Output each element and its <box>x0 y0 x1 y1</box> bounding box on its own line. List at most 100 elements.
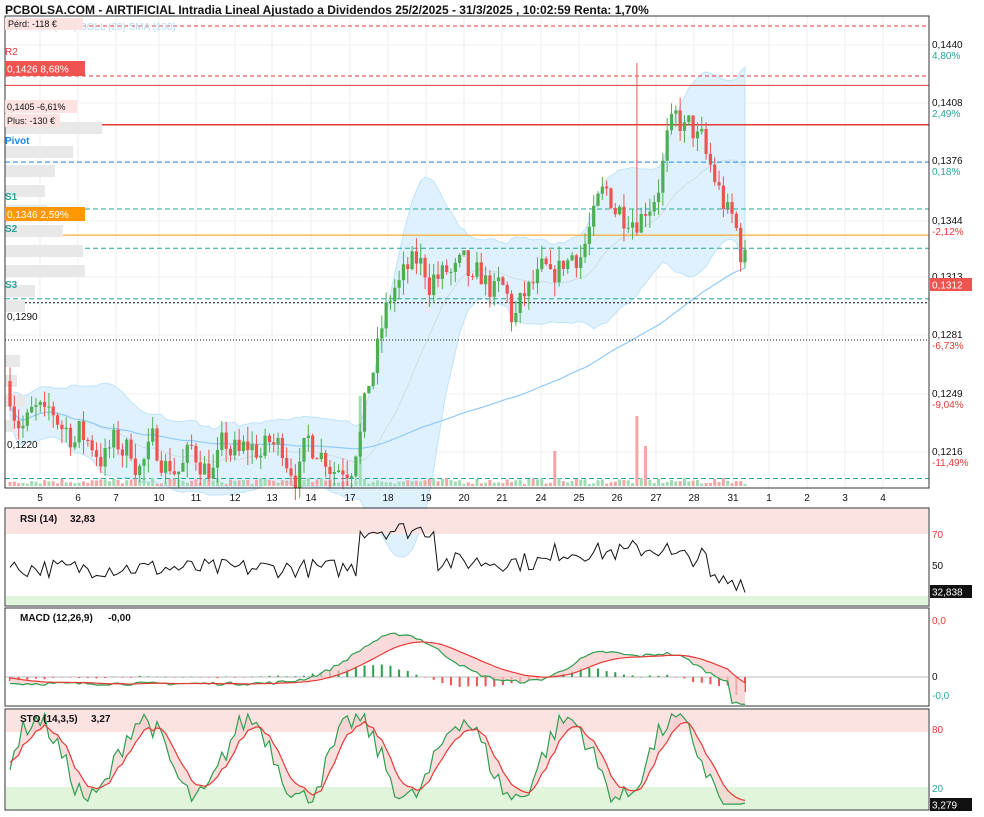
volume-bar <box>388 482 392 486</box>
x-tick-label: 28 <box>688 493 700 504</box>
candle-body <box>531 282 535 284</box>
candle-body <box>103 447 107 467</box>
volume-bar <box>34 481 38 486</box>
volume-bar <box>181 480 185 486</box>
candle-body <box>700 128 704 132</box>
price-pct-label: 0,18% <box>932 167 960 178</box>
macd-histogram-bar <box>467 677 470 687</box>
candle-body <box>120 449 125 456</box>
candle-body <box>241 441 246 452</box>
candle-body <box>471 275 475 277</box>
candle-body <box>674 110 678 114</box>
price-tick-label: 0,1281 <box>932 330 963 341</box>
macd-histogram-bar <box>277 675 280 677</box>
candle-body <box>440 265 444 279</box>
x-tick-label: 14 <box>305 493 317 504</box>
volume-bar <box>479 483 483 486</box>
volume-bar <box>25 483 29 486</box>
candle-body <box>164 461 168 473</box>
sto-label: STO (14,3,5) <box>20 714 78 725</box>
macd-histogram-bar <box>648 675 651 677</box>
volume-bar <box>246 479 250 486</box>
candle-body <box>453 262 457 272</box>
volume-bar <box>592 483 596 486</box>
volume-bar <box>363 478 367 486</box>
candle-body <box>185 444 189 463</box>
candle-body <box>151 428 155 442</box>
volume-bar <box>613 481 617 486</box>
sto-value: 3,27 <box>91 714 111 725</box>
volume-bar <box>561 481 565 486</box>
volume-bar <box>488 480 492 486</box>
candle-body <box>138 465 142 476</box>
volume-bar <box>259 478 263 486</box>
volume-bar <box>376 480 379 486</box>
x-tick-label: 2 <box>804 493 810 504</box>
volume-bar <box>682 478 686 486</box>
volume-bar <box>125 480 129 486</box>
x-tick-label: 6 <box>75 493 81 504</box>
volume-bar <box>691 480 695 486</box>
candle-body <box>661 160 665 193</box>
price-pct-label: -6,73% <box>932 341 964 352</box>
volume-profile-bar <box>5 355 20 367</box>
macd-histogram-bar <box>484 677 487 687</box>
volume-bar <box>38 483 42 486</box>
volume-bar <box>644 446 648 486</box>
x-tick-label: 5 <box>37 493 43 504</box>
candle-body <box>38 401 42 406</box>
candle-body <box>704 128 708 154</box>
macd-histogram-bar <box>294 676 297 677</box>
candle-body <box>30 406 34 413</box>
volume-bar <box>475 478 479 486</box>
macd-histogram-bar <box>285 676 288 677</box>
candle-body <box>527 282 531 297</box>
volume-bar <box>579 479 583 486</box>
volume-bar <box>354 480 358 486</box>
macd-histogram-bar <box>380 664 383 677</box>
volume-bar <box>574 478 578 486</box>
macd-histogram-bar <box>389 665 392 677</box>
candle-body <box>64 427 68 430</box>
macd-histogram-bar <box>69 677 72 678</box>
x-tick-label: 17 <box>344 493 356 504</box>
volume-bar <box>618 479 622 486</box>
candle-body <box>21 425 25 429</box>
candle-body <box>345 474 349 479</box>
candle-body <box>436 274 440 279</box>
volume-bar <box>670 479 673 486</box>
x-tick-label: 10 <box>153 493 165 504</box>
candle-body <box>553 269 557 283</box>
volume-bar <box>237 480 241 486</box>
candle-body <box>280 437 284 459</box>
candle-body <box>540 258 544 270</box>
volume-bar <box>471 483 475 486</box>
candle-body <box>129 439 133 459</box>
volume-bar <box>605 483 609 486</box>
candle-body <box>432 274 436 296</box>
candle-body <box>380 328 384 339</box>
volume-bar <box>263 478 267 486</box>
volume-bar <box>12 481 16 486</box>
macd-value: -0,00 <box>108 613 131 624</box>
sto-oversold-zone <box>6 787 928 809</box>
candle-body <box>445 265 449 273</box>
volume-profile-bar <box>5 165 55 177</box>
macd-histogram-bar <box>424 677 427 678</box>
volume-bar <box>678 481 682 486</box>
macd-histogram-bar <box>640 676 643 678</box>
macd-histogram-bar <box>104 677 107 678</box>
macd-histogram-bar <box>588 668 591 677</box>
volume-bar <box>306 478 310 486</box>
volume-bar <box>523 483 526 486</box>
candle-body <box>207 463 211 479</box>
candle-body <box>687 115 691 123</box>
volume-bar <box>484 482 488 486</box>
candle-body <box>86 440 90 442</box>
candle-body <box>315 458 319 460</box>
volume-bar <box>410 480 414 486</box>
volume-bar <box>427 478 431 486</box>
candle-body <box>570 255 574 261</box>
candle-body <box>639 213 643 233</box>
volume-bar <box>657 478 661 486</box>
